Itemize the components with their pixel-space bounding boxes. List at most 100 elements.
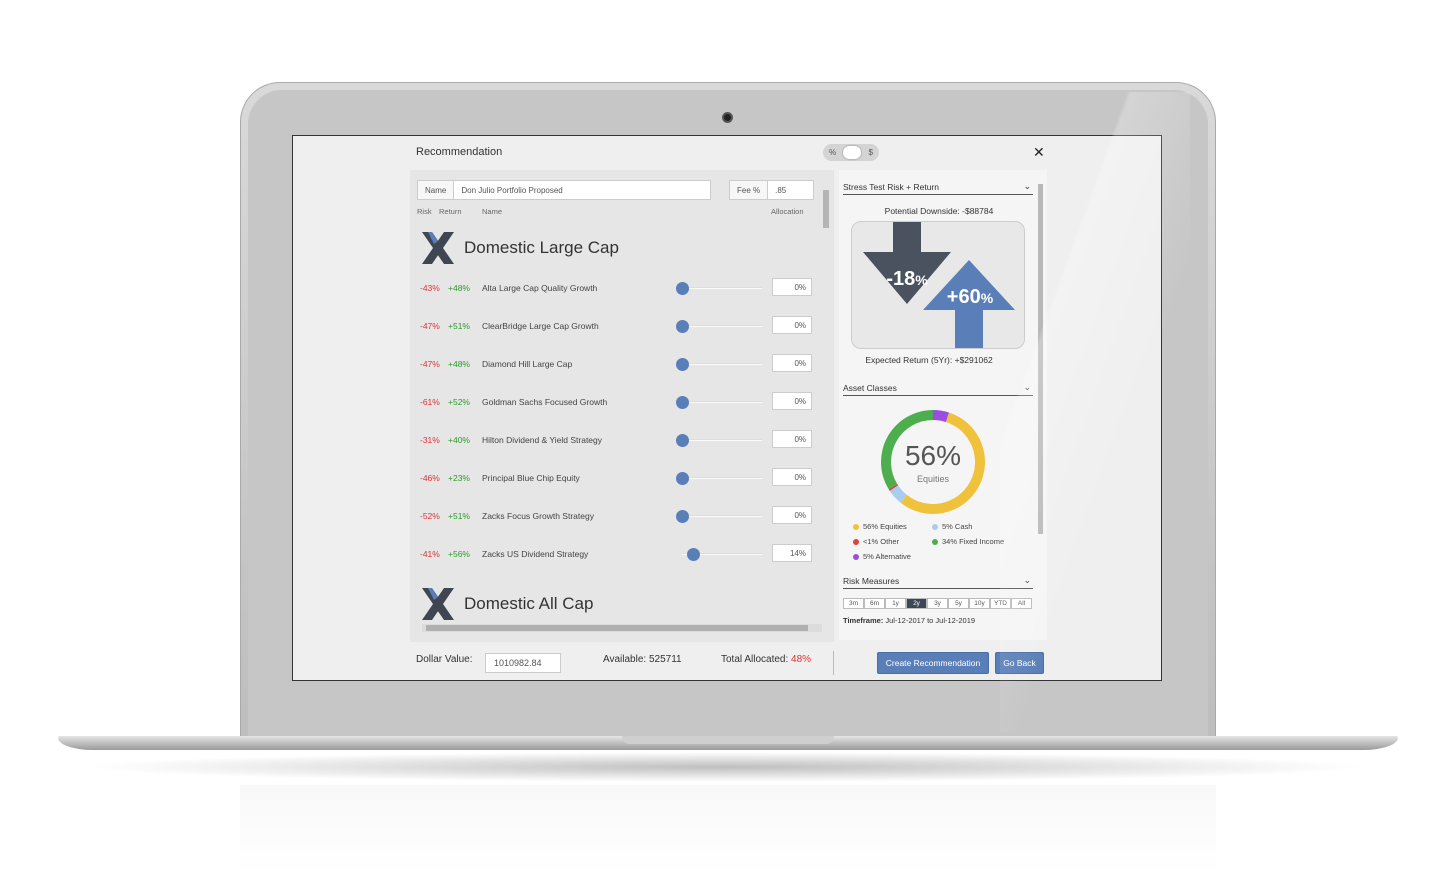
timeframe-button[interactable]: 3y xyxy=(927,598,948,609)
close-icon[interactable]: ✕ xyxy=(1033,144,1045,161)
fund-risk: -31% xyxy=(420,435,440,445)
fund-risk: -47% xyxy=(420,359,440,369)
laptop-reflection xyxy=(240,785,1216,875)
timeframe-button[interactable]: YTD xyxy=(990,598,1011,609)
create-recommendation-button[interactable]: Create Recommendation xyxy=(877,652,989,674)
fund-row: -61% +52% Goldman Sachs Focused Growth 0% xyxy=(420,392,812,412)
timeframe-button[interactable]: All xyxy=(1011,598,1032,609)
timeframe-button[interactable]: 1y xyxy=(885,598,906,609)
allocation-slider[interactable] xyxy=(676,434,762,447)
allocation-slider[interactable] xyxy=(676,396,762,409)
stress-test-graphic: -18% +60% xyxy=(851,221,1025,349)
allocation-input[interactable]: 0% xyxy=(772,392,812,410)
fund-return: +40% xyxy=(448,435,470,445)
fund-row: -52% +51% Zacks Focus Growth Strategy 0% xyxy=(420,506,812,526)
fund-name: Zacks US Dividend Strategy xyxy=(482,549,589,559)
asset-classes-title: Asset Classes xyxy=(843,383,897,393)
legend-item: 5% Cash xyxy=(932,522,972,531)
slider-thumb[interactable] xyxy=(676,472,689,485)
fund-name: Zacks Focus Growth Strategy xyxy=(482,511,594,521)
horizontal-scrollbar[interactable] xyxy=(422,624,822,632)
total-allocated-label: Total Allocated: xyxy=(721,654,792,665)
fee-field[interactable]: Fee % .85 xyxy=(729,180,814,200)
legend-label: <1% Other xyxy=(863,537,900,546)
allocation-slider[interactable] xyxy=(676,320,762,333)
dollar-value-label: Dollar Value: xyxy=(416,654,473,665)
fund-row: -47% +48% Diamond Hill Large Cap 0% xyxy=(420,354,812,374)
toggle-dollar-label: $ xyxy=(868,148,873,157)
fund-risk: -61% xyxy=(420,397,440,407)
allocation-slider[interactable] xyxy=(676,282,762,295)
allocation-input[interactable]: 0% xyxy=(772,506,812,524)
timeframe-button[interactable]: 5y xyxy=(948,598,969,609)
fund-name: ClearBridge Large Cap Growth xyxy=(482,321,599,331)
slider-thumb[interactable] xyxy=(676,320,689,333)
fee-input[interactable]: .85 xyxy=(768,186,793,195)
allocation-slider[interactable] xyxy=(682,548,762,561)
allocation-slider[interactable] xyxy=(676,510,762,523)
slider-thumb[interactable] xyxy=(687,548,701,561)
timeframe-label: Timeframe: xyxy=(843,616,884,625)
fund-return: +48% xyxy=(448,359,470,369)
laptop-shadow xyxy=(80,752,1370,782)
allocation-input[interactable]: 0% xyxy=(772,278,812,296)
fund-allocation-panel: Name Don Julio Portfolio Proposed Fee % … xyxy=(410,170,834,642)
legend-item: 56% Equities xyxy=(853,522,907,531)
fund-risk: -52% xyxy=(420,511,440,521)
allocation-input[interactable]: 14% xyxy=(772,544,812,562)
risk-measures-header[interactable]: Risk Measures ⌄ xyxy=(843,575,1033,589)
percent-dollar-toggle[interactable]: % $ xyxy=(823,144,879,161)
timeframe-button[interactable]: 2y xyxy=(906,598,927,609)
allocation-input[interactable]: 0% xyxy=(772,468,812,486)
allocation-input[interactable]: 0% xyxy=(772,430,812,448)
chevron-down-icon[interactable]: ⌄ xyxy=(1023,575,1031,586)
stress-test-header[interactable]: Stress Test Risk + Return ⌄ xyxy=(843,181,1033,195)
group-title: Domestic All Cap xyxy=(464,594,594,613)
fund-risk: -43% xyxy=(420,283,440,293)
slider-thumb[interactable] xyxy=(676,396,689,409)
window-title: Recommendation xyxy=(416,146,503,158)
timeframe-button[interactable]: 10y xyxy=(969,598,990,609)
fund-name: Alta Large Cap Quality Growth xyxy=(482,283,598,293)
scroll-thumb[interactable] xyxy=(426,625,808,631)
asset-classes-header[interactable]: Asset Classes ⌄ xyxy=(843,382,1033,396)
fund-risk: -47% xyxy=(420,321,440,331)
right-scrollbar[interactable] xyxy=(1037,174,1045,634)
name-input[interactable]: Don Julio Portfolio Proposed xyxy=(454,186,569,195)
column-return: Return xyxy=(439,207,462,216)
allocation-slider[interactable] xyxy=(676,472,762,485)
fund-name: Principal Blue Chip Equity xyxy=(482,473,580,483)
slider-thumb[interactable] xyxy=(676,282,689,295)
slider-thumb[interactable] xyxy=(676,510,689,523)
allocation-input[interactable]: 0% xyxy=(772,354,812,372)
dollar-value-input[interactable]: 1010982.84 xyxy=(485,653,561,673)
column-risk: Risk xyxy=(417,207,432,216)
toggle-knob[interactable] xyxy=(843,146,862,159)
scroll-thumb[interactable] xyxy=(823,190,829,228)
asset-donut-chart: 56% Equities xyxy=(881,410,985,514)
legend-label: 56% Equities xyxy=(863,522,907,531)
scroll-thumb[interactable] xyxy=(1038,184,1043,534)
slider-thumb[interactable] xyxy=(676,434,689,447)
legend-item: <1% Other xyxy=(853,537,899,546)
risk-measures-title: Risk Measures xyxy=(843,576,900,586)
legend-dot-icon xyxy=(853,523,859,530)
chevron-down-icon[interactable]: ⌄ xyxy=(1023,382,1031,393)
go-back-button[interactable]: Go Back xyxy=(995,652,1044,674)
donut-center-label: Equities xyxy=(917,474,950,484)
timeframe-button[interactable]: 6m xyxy=(864,598,885,609)
vertical-scrollbar[interactable] xyxy=(822,180,830,622)
stress-test-title: Stress Test Risk + Return xyxy=(843,182,939,192)
group-title: Domestic Large Cap xyxy=(464,238,619,257)
allocation-slider[interactable] xyxy=(676,358,762,371)
laptop-mockup: Recommendation % $ ✕ Name Don Julio Port… xyxy=(0,0,1444,882)
name-field[interactable]: Name Don Julio Portfolio Proposed xyxy=(417,180,711,200)
downside-percent: -18% xyxy=(886,268,928,290)
allocation-input[interactable]: 0% xyxy=(772,316,812,334)
slider-thumb[interactable] xyxy=(676,358,689,371)
chevron-down-icon[interactable]: ⌄ xyxy=(1023,181,1031,192)
fund-return: +51% xyxy=(448,511,470,521)
column-name: Name xyxy=(482,207,503,216)
fund-return: +52% xyxy=(448,397,470,407)
timeframe-button[interactable]: 3m xyxy=(843,598,864,609)
